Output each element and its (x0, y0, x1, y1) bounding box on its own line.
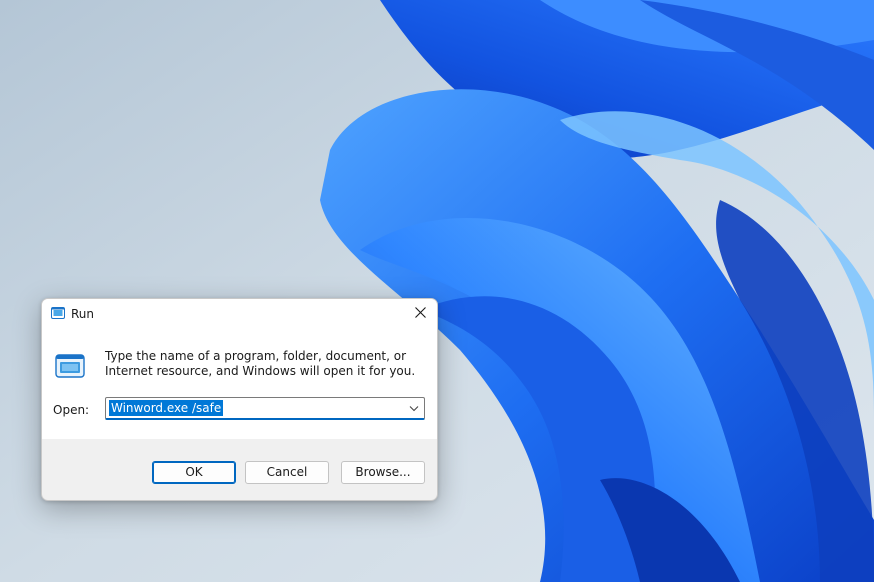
ok-button[interactable]: OK (152, 461, 236, 484)
run-app-icon (55, 354, 85, 378)
run-app-icon (51, 307, 65, 319)
chevron-down-icon[interactable] (408, 402, 420, 414)
open-input-value[interactable]: Winword.exe /safe (109, 400, 224, 416)
cancel-button[interactable]: Cancel (245, 461, 329, 484)
run-dialog: Run Type the name of a program, folder, … (41, 298, 438, 501)
title-bar[interactable]: Run (42, 299, 437, 329)
dialog-description: Type the name of a program, folder, docu… (105, 349, 416, 378)
close-icon (414, 307, 426, 321)
close-button[interactable] (403, 299, 437, 329)
dialog-body: Type the name of a program, folder, docu… (42, 329, 437, 439)
browse-button[interactable]: Browse... (341, 461, 425, 484)
dialog-title: Run (71, 307, 95, 321)
open-combobox[interactable]: Winword.exe /safe (105, 397, 425, 420)
open-label: Open: (53, 403, 90, 417)
